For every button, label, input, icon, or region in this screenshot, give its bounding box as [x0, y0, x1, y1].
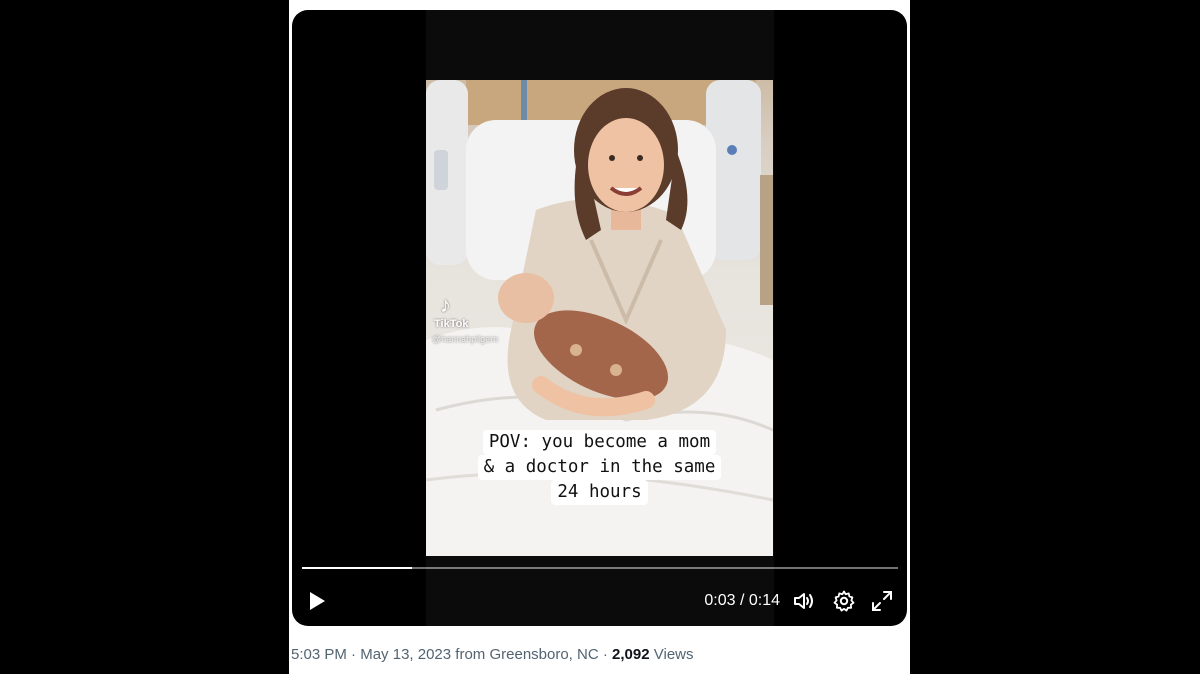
caption-line: & a doctor in the same [477, 455, 722, 480]
location-prefix: from [455, 646, 486, 663]
post-date[interactable]: May 13, 2023 [360, 646, 451, 663]
meta-separator: · [602, 646, 608, 663]
play-button[interactable] [304, 589, 328, 613]
time-readout: 0:03 / 0:14 [692, 592, 780, 610]
views-count: 2,092 [612, 646, 650, 663]
tiktok-logo: ♪ TikTok [434, 292, 474, 331]
views-label: Views [653, 646, 694, 663]
volume-button[interactable] [792, 589, 816, 613]
time-separator: / [739, 592, 745, 609]
post-location: Greensboro, NC [489, 646, 599, 663]
total-time: 0:14 [748, 592, 780, 609]
play-icon [310, 592, 325, 610]
video-frame[interactable]: ♪ TikTok @hannahpilgern POV: you become … [426, 80, 773, 556]
progress-bar-fill [302, 567, 413, 569]
caption-line: 24 hours [551, 480, 648, 505]
gear-icon [833, 590, 855, 612]
tiktok-handle: @hannahpilgern [432, 334, 499, 344]
tweet-meta: 5:03 PM · May 13, 2023 from Greensboro, … [291, 646, 694, 663]
post-time[interactable]: 5:03 PM [291, 646, 347, 663]
settings-button[interactable] [832, 589, 856, 613]
fullscreen-button[interactable] [870, 589, 894, 613]
video-caption: POV: you become a mom & a doctor in the … [426, 430, 773, 505]
video-player[interactable]: ♪ TikTok @hannahpilgern POV: you become … [292, 10, 907, 626]
volume-icon [794, 593, 813, 609]
current-time: 0:03 [704, 592, 736, 609]
meta-separator: · [351, 646, 357, 663]
tiktok-wordmark: TikTok [434, 318, 469, 330]
caption-line: POV: you become a mom [482, 430, 717, 455]
fullscreen-icon [872, 591, 892, 611]
tiktok-note-icon: ♪ [440, 292, 451, 317]
progress-bar[interactable] [302, 567, 898, 569]
